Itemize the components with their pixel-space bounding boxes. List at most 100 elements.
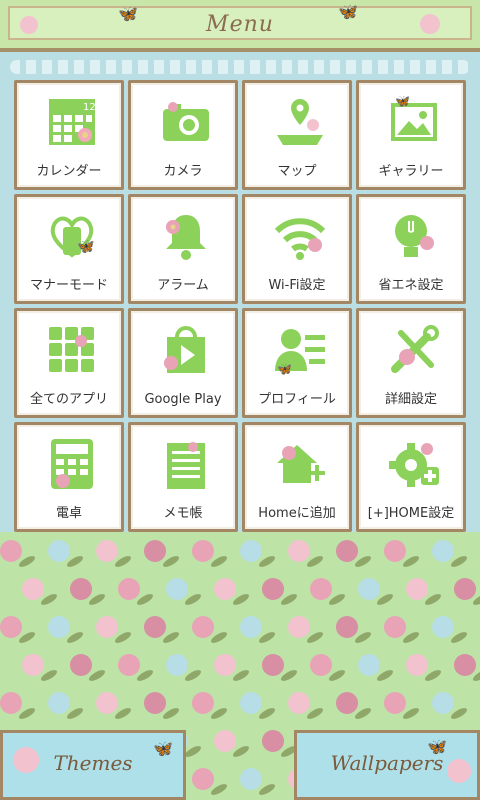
flower-decoration — [240, 768, 262, 790]
flower-decoration — [22, 654, 44, 676]
flower-decoration — [192, 540, 214, 562]
map-icon — [277, 99, 323, 145]
flower-decoration — [192, 616, 214, 638]
flower-decoration — [214, 578, 236, 600]
flower-decoration — [384, 692, 406, 714]
calculator-icon — [51, 439, 93, 489]
tile-wifi[interactable]: Wi-Fi設定 — [242, 194, 352, 304]
menu-header: 🦋 🦋 Menu — [0, 0, 480, 52]
detailed-settings-icon — [391, 325, 439, 373]
flower-decoration — [358, 578, 380, 600]
tile-all-apps[interactable]: 全てのアプリ — [14, 308, 124, 418]
tile-label: マナーモード — [29, 278, 108, 293]
flower-decoration — [240, 692, 262, 714]
tile-add-home[interactable]: Homeに追加 — [242, 422, 352, 532]
flower-decoration — [310, 578, 332, 600]
wifi-icon — [274, 218, 326, 260]
google-play-icon — [164, 326, 205, 373]
flower-decoration — [70, 654, 92, 676]
svg-text:🦋: 🦋 — [395, 95, 410, 108]
themes-button[interactable]: 🦋 Themes — [0, 730, 186, 800]
add-home-icon — [277, 445, 325, 483]
flower-decoration — [48, 540, 70, 562]
tile-alarm[interactable]: アラーム — [128, 194, 238, 304]
flower-decoration — [192, 768, 214, 790]
flower-decoration — [454, 654, 476, 676]
tile-label: 全てのアプリ — [29, 392, 108, 407]
flower-decoration — [118, 654, 140, 676]
flower-decoration — [22, 578, 44, 600]
tile-label: Homeに追加 — [258, 506, 336, 521]
tile-calculator[interactable]: 電卓 — [14, 422, 124, 532]
tile-label: 電卓 — [55, 506, 82, 521]
flower-decoration — [288, 616, 310, 638]
flower-decoration — [262, 654, 284, 676]
power-saving-icon — [395, 215, 434, 257]
tile-label: アラーム — [157, 278, 209, 293]
dot-border — [10, 60, 470, 74]
flower-decoration — [384, 540, 406, 562]
flower-decoration — [0, 616, 22, 638]
tile-manner-mode[interactable]: 🦋 マナーモード — [14, 194, 124, 304]
tile-map[interactable]: マップ — [242, 80, 352, 190]
gallery-icon: 🦋 — [391, 95, 437, 141]
notepad-icon — [167, 442, 205, 489]
menu-title: Menu — [206, 12, 274, 37]
manner-mode-icon: 🦋 — [50, 216, 95, 258]
flower-decoration — [144, 692, 166, 714]
flower-decoration — [454, 578, 476, 600]
tile-label: Wi-Fi設定 — [268, 278, 326, 293]
wallpapers-label: Wallpapers — [330, 751, 444, 775]
wallpapers-button[interactable]: 🦋 Wallpapers — [294, 730, 480, 800]
tile-label: Google Play — [144, 392, 222, 407]
tile-power-saving[interactable]: 省エネ設定 — [356, 194, 466, 304]
tile-label: 省エネ設定 — [378, 278, 444, 293]
tile-camera[interactable]: カメラ — [128, 80, 238, 190]
camera-icon — [163, 102, 209, 141]
flower-decoration — [96, 616, 118, 638]
tile-notepad[interactable]: メモ帳 — [128, 422, 238, 532]
flower-decoration — [0, 692, 22, 714]
flower-decoration — [336, 616, 358, 638]
tile-calendar[interactable]: 12 カレンダー — [14, 80, 124, 190]
flower-decoration — [214, 654, 236, 676]
flower-decoration — [144, 540, 166, 562]
app-grid: 12 カレンダー カメラ マップ 🦋 ギャラリー 🦋 マナーモード アラーム W… — [14, 80, 466, 532]
flower-decoration — [240, 616, 262, 638]
flower-decoration — [262, 578, 284, 600]
tile-profile[interactable]: 🦋 プロフィール — [242, 308, 352, 418]
flower-decoration — [336, 540, 358, 562]
flower-decoration — [144, 616, 166, 638]
flower-decoration — [358, 654, 380, 676]
flower-decoration — [96, 540, 118, 562]
tile-label: カレンダー — [36, 164, 102, 179]
tile-label: メモ帳 — [163, 506, 203, 521]
flower-decoration — [384, 616, 406, 638]
flower-decoration — [214, 730, 236, 752]
flower-decoration — [310, 654, 332, 676]
svg-text:12: 12 — [83, 102, 96, 113]
flower-decoration — [336, 692, 358, 714]
flower-decoration — [166, 578, 188, 600]
tile-home-settings[interactable]: [+]HOME設定 — [356, 422, 466, 532]
flower-decoration — [406, 654, 428, 676]
themes-label: Themes — [53, 751, 133, 775]
flower-decoration — [118, 578, 140, 600]
tile-gallery[interactable]: 🦋 ギャラリー — [356, 80, 466, 190]
flower-decoration — [262, 730, 284, 752]
flower-decoration — [48, 692, 70, 714]
all-apps-icon — [49, 327, 94, 372]
tile-label: マップ — [277, 164, 317, 179]
tile-detailed-settings[interactable]: 詳細設定 — [356, 308, 466, 418]
flower-decoration — [432, 692, 454, 714]
flower-decoration — [288, 692, 310, 714]
flower-decoration — [166, 654, 188, 676]
flower-decoration — [192, 692, 214, 714]
flower-decoration — [432, 540, 454, 562]
tile-google-play[interactable]: Google Play — [128, 308, 238, 418]
profile-icon: 🦋 — [275, 329, 325, 376]
tile-label: 詳細設定 — [384, 392, 437, 407]
tile-label: プロフィール — [258, 392, 336, 407]
flower-decoration — [240, 540, 262, 562]
alarm-bell-icon — [166, 215, 206, 260]
